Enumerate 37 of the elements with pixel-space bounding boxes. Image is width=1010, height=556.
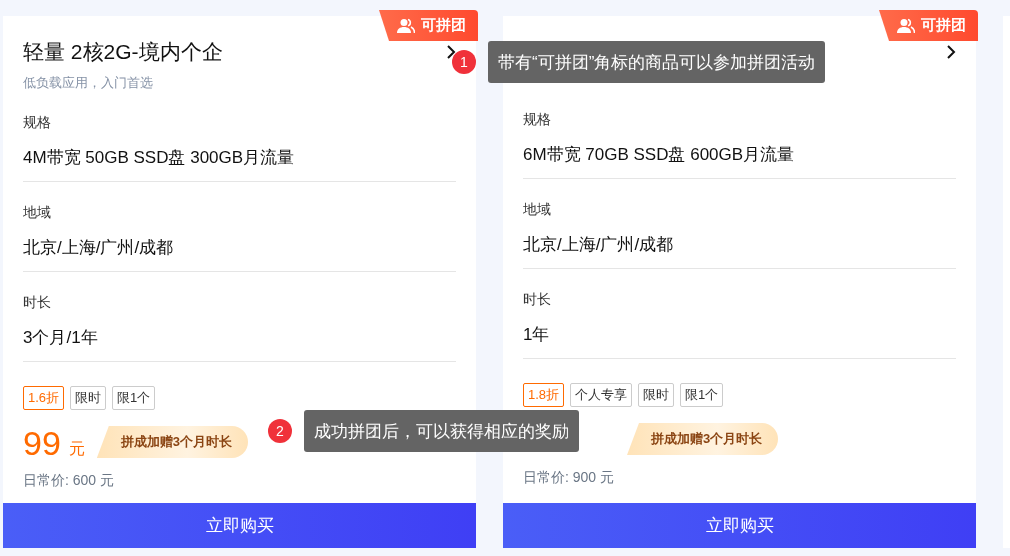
guide-tooltip: 带有“可拼团”角标的商品可以参加拼团活动 [488,41,826,83]
tag: 限1个 [680,383,724,407]
tag: 1.8折 [523,383,565,407]
users-icon [897,17,915,34]
regular-price: 日常价: 900 元 [523,469,616,487]
chevron-right-icon[interactable] [946,45,956,59]
buy-button[interactable]: 立即购买 [3,503,476,548]
promo-label: 拼成加赠3个月时长 [96,426,249,458]
spec-value: 3个月/1年 [23,327,99,349]
tag: 限1个 [112,386,156,410]
tag: 1.6折 [23,386,65,410]
guide-tooltip: 成功拼团后，可以获得相应的奖励 [304,410,579,452]
tag: 个人专享 [570,383,633,407]
price: 99 [23,426,61,460]
buy-button[interactable]: 立即购买 [503,503,976,548]
price-unit: 元 [68,439,85,459]
regular-price: 日常价: 600 元 [23,472,116,490]
spec-label: 规格 [23,114,52,132]
spec-label: 地域 [23,204,52,222]
spec-value: 4M带宽 50GB SSD盘 300GB月流量 [23,147,296,169]
spec-label: 时长 [23,294,52,312]
badge-label: 可拼团 [421,16,466,35]
badge-label: 可拼团 [921,16,966,35]
tag: 限时 [70,386,107,410]
promo-label: 拼成加赠3个月时长 [627,423,779,455]
spec-label: 地域 [523,201,552,219]
spec-label: 时长 [523,291,552,309]
spec-value: 1年 [523,324,551,346]
spec-label: 规格 [523,111,552,129]
chevron-right-icon[interactable] [446,45,456,59]
spec-value: 北京/上海/广州/成都 [23,237,175,259]
card-subtitle: 低负载应用，入门首选 [23,74,154,92]
spec-value: 6M带宽 70GB SSD盘 600GB月流量 [523,144,796,166]
tag: 限时 [638,383,675,407]
card-title: 轻量 2核2G-境内个企 [23,39,223,65]
users-icon [397,17,415,34]
spec-value: 北京/上海/广州/成都 [523,234,675,256]
